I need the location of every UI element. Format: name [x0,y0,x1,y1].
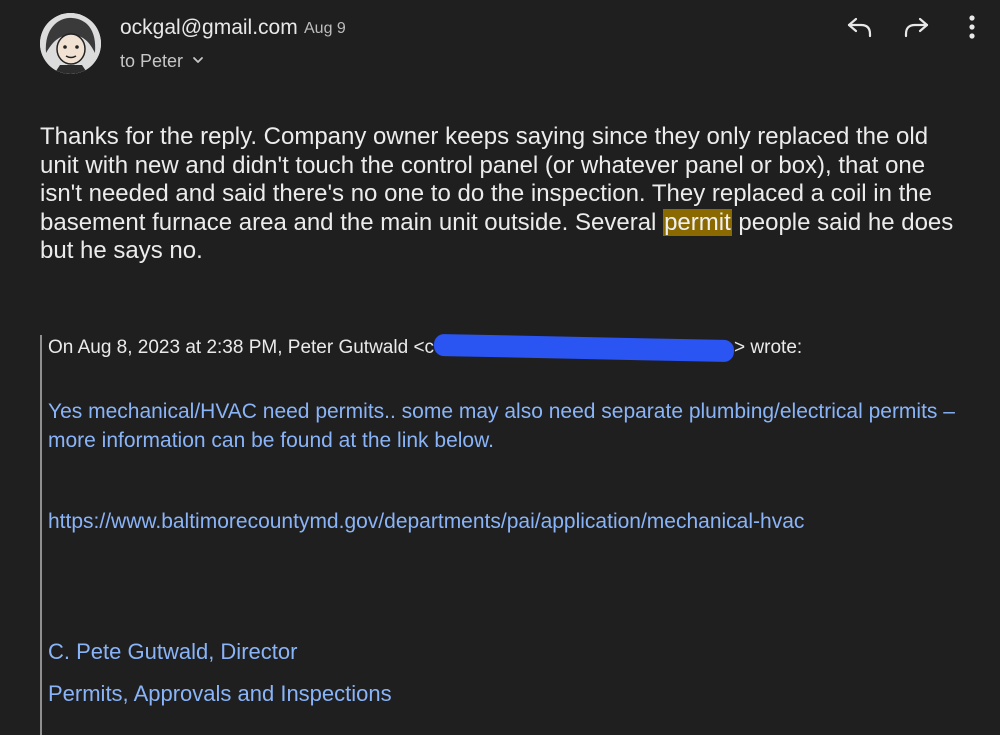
quote-attribution-prefix: On Aug 8, 2023 at 2:38 PM, Peter Gutwald… [48,337,425,359]
recipients-toggle[interactable]: to Peter [120,51,205,72]
quote-attribution-suffix: > wrote: [734,337,803,359]
avatar[interactable] [40,13,101,74]
quoted-message: On Aug 8, 2023 at 2:38 PM, Peter Gutwald… [40,333,982,735]
search-highlight: permit [663,208,732,236]
quote-attribution: On Aug 8, 2023 at 2:38 PM, Peter Gutwald… [48,333,968,363]
permit-link[interactable]: https://www.baltimorecountymd.gov/depart… [48,510,804,534]
message-body: Thanks for the reply. Company owner keep… [40,123,970,266]
signature-name: C. Pete Gutwald, Director [48,639,298,664]
recipients-label: to Peter [120,51,184,71]
quote-attribution-partial: c [424,337,435,359]
reply-icon[interactable] [843,10,877,44]
quote-text: Yes mechanical/HVAC need permits.. some … [48,400,955,452]
forward-icon[interactable] [899,10,933,44]
signature-department: Permits, Approvals and Inspections [48,681,392,706]
message-date: Aug 9 [304,20,346,37]
chevron-down-icon [191,51,205,72]
redaction-mark [433,333,735,363]
sender-email[interactable]: ockgal@gmail.com [120,16,298,40]
more-vert-icon[interactable] [955,10,989,44]
